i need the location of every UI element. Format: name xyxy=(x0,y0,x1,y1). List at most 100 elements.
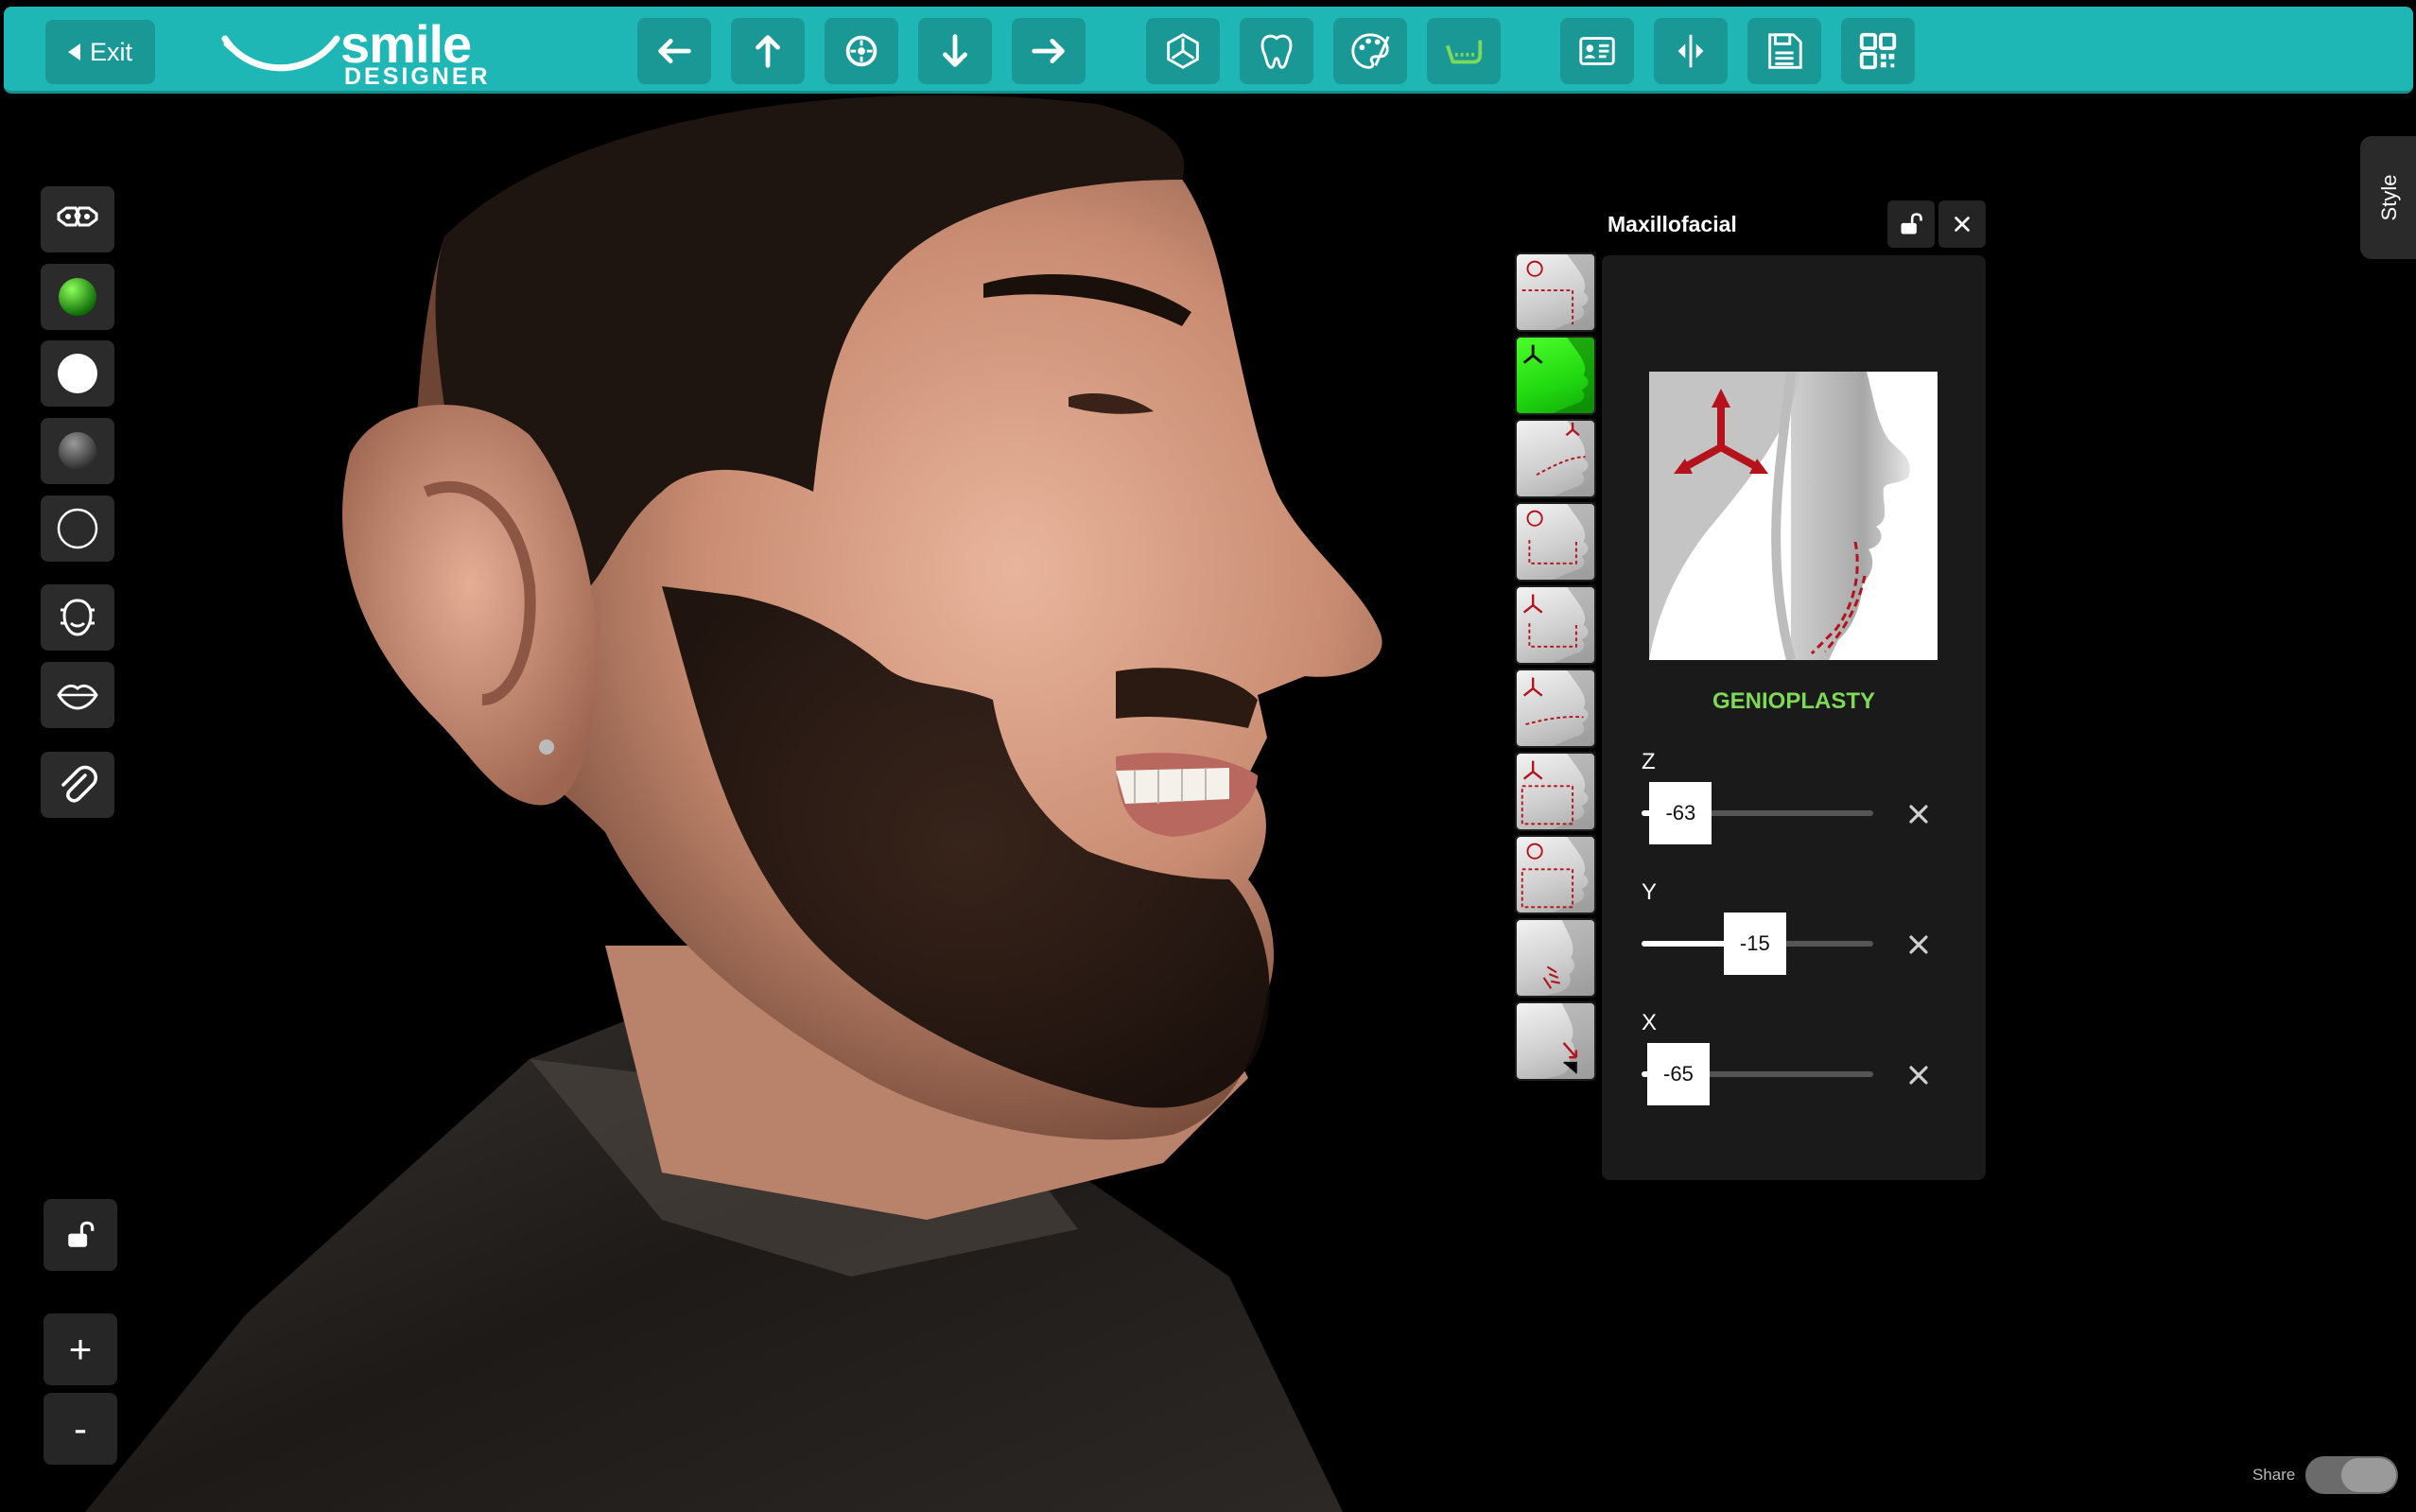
masks-icon xyxy=(57,206,98,227)
white-sphere-icon xyxy=(58,354,97,393)
slider-z-reset-button[interactable] xyxy=(1903,798,1935,830)
back-triangle-icon xyxy=(67,43,80,61)
mask-toggle-button[interactable] xyxy=(41,186,114,252)
rotate-maxilla-thumb-icon xyxy=(1526,504,1594,580)
top-toolbar: Exit smile DESIGNER xyxy=(4,7,2413,94)
material-grey-button[interactable] xyxy=(41,418,114,484)
split-view-icon xyxy=(1677,34,1704,68)
3d-mode-button[interactable] xyxy=(1146,18,1220,84)
save-button[interactable] xyxy=(1747,18,1821,84)
material-white-button[interactable] xyxy=(41,340,114,407)
style-side-tab[interactable]: Style xyxy=(2360,136,2416,259)
procedure-thumb-10[interactable] xyxy=(1515,1001,1596,1081)
slider-y-reset-button[interactable] xyxy=(1903,929,1935,961)
qr-code-icon xyxy=(1859,32,1897,70)
lips-button[interactable] xyxy=(41,662,114,728)
exit-label: Exit xyxy=(89,37,132,66)
reset-view-button[interactable] xyxy=(825,18,898,84)
outline-circle-icon xyxy=(57,508,98,549)
procedure-thumb-7[interactable] xyxy=(1515,752,1596,831)
procedure-title: GENIOPLASTY xyxy=(1712,688,1876,714)
face-scan-button[interactable] xyxy=(41,584,114,651)
lips-icon xyxy=(57,684,98,710)
procedure-thumb-6[interactable] xyxy=(1515,669,1596,748)
face-scan-icon xyxy=(61,599,95,636)
procedure-thumb-9[interactable] xyxy=(1515,918,1596,998)
move-lower-jaw-thumb-icon xyxy=(1522,670,1594,746)
paperclip-icon xyxy=(61,765,97,803)
style-mode-button[interactable] xyxy=(1333,18,1407,84)
attachments-button[interactable] xyxy=(41,752,114,818)
qr-code-button[interactable] xyxy=(1841,18,1915,84)
face-render xyxy=(85,95,1382,1512)
3d-axes-icon xyxy=(1167,33,1199,69)
patient-info-button[interactable] xyxy=(1560,18,1634,84)
unlock-icon xyxy=(1901,213,1922,235)
genioplasty-preview-image xyxy=(1649,372,1910,660)
unlock-icon xyxy=(68,1221,95,1247)
zoom-out-button[interactable]: - xyxy=(43,1393,117,1465)
exit-button[interactable]: Exit xyxy=(45,20,155,84)
slider-z-handle[interactable]: -63 xyxy=(1649,782,1712,844)
zoom-in-button[interactable]: + xyxy=(43,1313,117,1385)
close-icon xyxy=(1909,935,1928,954)
move-mandible-thumb-icon xyxy=(1522,587,1594,663)
material-green-button[interactable] xyxy=(41,264,114,330)
jaw-icon xyxy=(1445,40,1483,64)
arrow-left-icon xyxy=(658,39,691,63)
palette-icon xyxy=(1351,33,1390,69)
mandible-thumb-icon xyxy=(1536,421,1594,496)
arrow-down-icon xyxy=(943,34,967,67)
panel-close-button[interactable] xyxy=(1938,200,1986,248)
3d-viewport[interactable] xyxy=(0,0,2416,1512)
move-face-thumb-icon xyxy=(1521,754,1594,829)
teeth-mode-button[interactable] xyxy=(1240,18,1313,84)
panel-lock-button[interactable] xyxy=(1887,200,1935,248)
close-icon xyxy=(1909,805,1928,824)
rotate-down-button[interactable] xyxy=(918,18,992,84)
material-none-button[interactable] xyxy=(41,495,114,562)
green-sphere-icon xyxy=(59,278,96,316)
procedure-thumb-2[interactable] xyxy=(1515,336,1596,415)
move-maxilla-thumb-icon xyxy=(1522,338,1594,413)
save-icon xyxy=(1768,33,1802,69)
slider-z-label: Z xyxy=(1642,749,1656,774)
share-toggle[interactable] xyxy=(2305,1456,2398,1494)
maxillofacial-mode-button[interactable] xyxy=(1427,18,1501,84)
arrow-up-icon xyxy=(756,35,780,68)
view-lock-button[interactable] xyxy=(43,1199,117,1271)
chin-arrow-thumb-icon xyxy=(1543,1003,1594,1079)
patient-card-icon xyxy=(1579,37,1615,65)
logo-word-designer: DESIGNER xyxy=(344,63,491,90)
procedure-thumb-5[interactable] xyxy=(1515,585,1596,665)
split-view-button[interactable] xyxy=(1654,18,1728,84)
rotate-face-thumb-icon xyxy=(1521,837,1594,912)
slider-y-handle[interactable]: -15 xyxy=(1723,912,1786,975)
procedure-thumb-8[interactable] xyxy=(1515,835,1596,914)
chin-lines-thumb-icon xyxy=(1542,920,1594,996)
close-icon xyxy=(1955,217,1970,232)
rotate-right-button[interactable] xyxy=(1012,18,1086,84)
rotate-jaw-thumb-icon xyxy=(1521,254,1594,330)
slider-x-label: X xyxy=(1642,1010,1658,1035)
procedure-thumb-1[interactable] xyxy=(1515,252,1596,332)
share-label: Share xyxy=(2252,1466,2296,1484)
style-tab-label: Style xyxy=(2377,174,2401,221)
smile-arc-icon xyxy=(221,35,340,72)
rotate-up-button[interactable] xyxy=(731,18,805,84)
grey-sphere-icon xyxy=(59,432,96,470)
close-icon xyxy=(1909,1066,1928,1085)
procedure-preview xyxy=(1649,372,1938,660)
slider-y-label: Y xyxy=(1642,879,1658,905)
rotate-left-button[interactable] xyxy=(637,18,711,84)
center-target-icon xyxy=(845,35,878,67)
panel-title: Maxillofacial xyxy=(1608,212,1737,236)
tooth-icon xyxy=(1260,34,1293,69)
smile-designer-logo: smile DESIGNER xyxy=(219,16,503,90)
procedure-thumb-3[interactable] xyxy=(1515,419,1596,498)
share-toggle-knob xyxy=(2341,1458,2396,1492)
slider-x-reset-button[interactable] xyxy=(1903,1059,1935,1091)
slider-x-handle[interactable]: -65 xyxy=(1646,1043,1710,1105)
arrow-right-icon xyxy=(1032,39,1065,63)
procedure-thumb-4[interactable] xyxy=(1515,502,1596,582)
